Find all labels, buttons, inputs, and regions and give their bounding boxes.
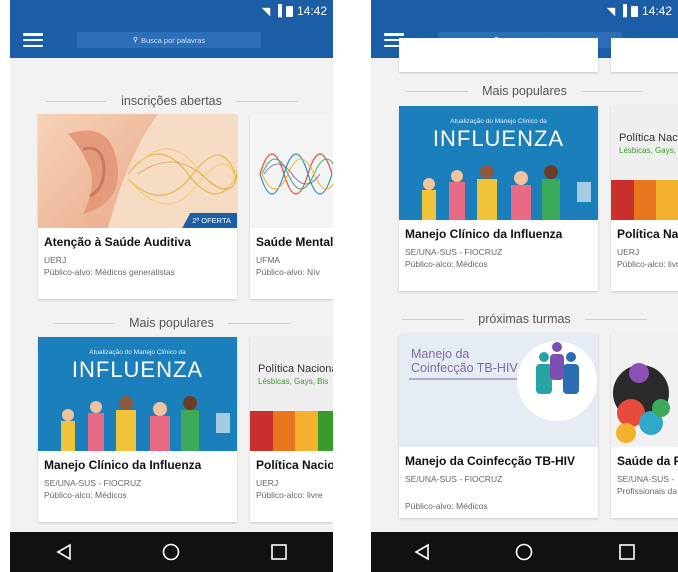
course-thumbnail: Política Nacional Lésbicas, Gays, Bis [611, 106, 678, 220]
course-thumbnail: Atualização do Manejo Clínico da INFLUEN… [399, 106, 598, 220]
course-title: Manejo Clínico da Influenza [405, 227, 563, 241]
course-title: Política Nacional [617, 227, 678, 241]
course-audience: Público-alvo: Nív [256, 267, 320, 277]
course-institution: UFMA [256, 255, 281, 265]
course-title: Manejo Clínico da Influenza [44, 458, 202, 472]
course-audience: Público-alco: Médicos [44, 490, 127, 500]
battery-icon [630, 5, 638, 17]
recent-apps-icon[interactable] [618, 543, 636, 561]
wifi-icon: ◥ [606, 5, 616, 18]
course-title: Saúde Mental [256, 235, 333, 249]
course-institution: SE/UNA-SUS - FIOCRUZ [44, 478, 142, 488]
home-icon[interactable] [515, 543, 533, 561]
course-list: inscrições abertas 2ª OFERTA Atenção à S… [10, 58, 333, 532]
status-bar: ◥ ▐ 14:42 [371, 0, 678, 22]
course-institution: UERJ [44, 255, 67, 265]
search-icon: ⚲ [132, 37, 138, 44]
course-audience: Público-alvo: Médicos generalistas [44, 267, 175, 277]
course-thumbnail: Manejo da Coinfecção TB-HIV [399, 333, 598, 447]
course-card-auditiva[interactable]: 2ª OFERTA Atenção à Saúde Auditiva UERJ … [38, 114, 237, 299]
hamburger-menu-icon[interactable] [23, 33, 43, 47]
thumb-title: Política Nacional [619, 132, 678, 144]
section-title-popular: Mais populares [371, 84, 678, 98]
app-bar: ⚲ Busca por palavras [10, 22, 333, 58]
color-stripe [611, 180, 678, 220]
course-institution: UERJ [617, 247, 640, 257]
course-thumbnail [611, 333, 678, 447]
status-time: 14:42 [641, 4, 672, 18]
course-institution: SE/UNA-SUS - FIOCRUZ [405, 247, 503, 257]
course-thumbnail [250, 114, 333, 228]
thumb-title: Política Nacional [258, 363, 333, 375]
course-title: Atenção à Saúde Auditiva [44, 235, 191, 249]
course-audience: Público-alco: Médicos [405, 259, 488, 269]
course-audience: Profissionais da [617, 486, 678, 496]
home-icon[interactable] [162, 543, 180, 561]
course-card-saude-populacao[interactable]: Saúde da Po SE/UNA-SUS - Profissionais d… [611, 333, 678, 518]
course-card-saude-mental[interactable]: Saúde Mental UFMA Público-alvo: Nív [250, 114, 333, 299]
nav-bar [10, 532, 333, 572]
status-bar: ◥ ▐ 14:42 [10, 0, 333, 22]
section-label: Mais populares [129, 316, 214, 330]
course-list: Mais populares Atualização do Manejo Clí… [371, 38, 678, 532]
nav-bar [371, 532, 678, 572]
course-title: Saúde da Po [617, 454, 678, 468]
battery-icon [285, 5, 293, 17]
course-card-influenza[interactable]: Atualização do Manejo Clínico da INFLUEN… [38, 337, 237, 522]
course-title: Manejo da Coinfecção TB-HIV [405, 454, 576, 468]
offer-badge: 2ª OFERTA [182, 213, 237, 228]
course-institution: UERJ [256, 478, 279, 488]
section-label: próximas turmas [478, 312, 571, 326]
course-thumbnail: Política Nacional Lésbicas, Gays, Bis [250, 337, 333, 451]
course-institution: SE/UNA-SUS - FIOCRUZ [405, 474, 503, 484]
search-input[interactable]: ⚲ Busca por palavras [77, 32, 261, 48]
phone-screen-right: ◥ ▐ 14:42 ⚲ Busca por palavras Mais popu… [371, 0, 678, 572]
course-audience: Público-alvo: Médicos [405, 501, 488, 511]
course-thumbnail: 2ª OFERTA [38, 114, 237, 228]
course-institution: SE/UNA-SUS - [617, 474, 675, 484]
course-card-influenza[interactable]: Atualização do Manejo Clínico da INFLUEN… [399, 106, 598, 291]
section-title-popular: Mais populares [10, 316, 333, 330]
section-title-next: próximas turmas [371, 312, 678, 326]
signal-icon: ▐ [619, 5, 627, 17]
course-audience: Público-alco: livre [256, 490, 323, 500]
color-stripe [250, 411, 333, 451]
course-title: Política Nacional [256, 458, 333, 472]
back-icon[interactable] [413, 543, 431, 561]
recent-apps-icon[interactable] [270, 543, 288, 561]
course-card-politica[interactable]: Política Nacional Lésbicas, Gays, Bis Po… [611, 106, 678, 291]
status-time: 14:42 [296, 4, 327, 18]
wifi-icon: ◥ [261, 5, 271, 18]
back-icon[interactable] [55, 543, 73, 561]
course-card-partial[interactable] [611, 38, 678, 72]
course-card-partial[interactable] [399, 38, 598, 72]
search-placeholder: Busca por palavras [140, 35, 206, 45]
signal-icon: ▐ [274, 5, 282, 17]
section-label: inscrições abertas [121, 94, 222, 108]
thumb-subtitle: Lésbicas, Gays, Bis [258, 377, 329, 386]
section-title-open: inscrições abertas [10, 94, 333, 108]
section-label: Mais populares [482, 84, 567, 98]
course-thumbnail: Atualização do Manejo Clínico da INFLUEN… [38, 337, 237, 451]
course-audience: Público-alco: livre [617, 259, 678, 269]
course-card-politica[interactable]: Política Nacional Lésbicas, Gays, Bis Po… [250, 337, 333, 522]
course-card-tb-hiv[interactable]: Manejo da Coinfecção TB-HIV Manejo da Co… [399, 333, 598, 518]
thumb-subtitle: Lésbicas, Gays, Bis [619, 146, 678, 155]
phone-screen-left: ◥ ▐ 14:42 ⚲ Busca por palavras inscriçõe… [10, 0, 333, 572]
